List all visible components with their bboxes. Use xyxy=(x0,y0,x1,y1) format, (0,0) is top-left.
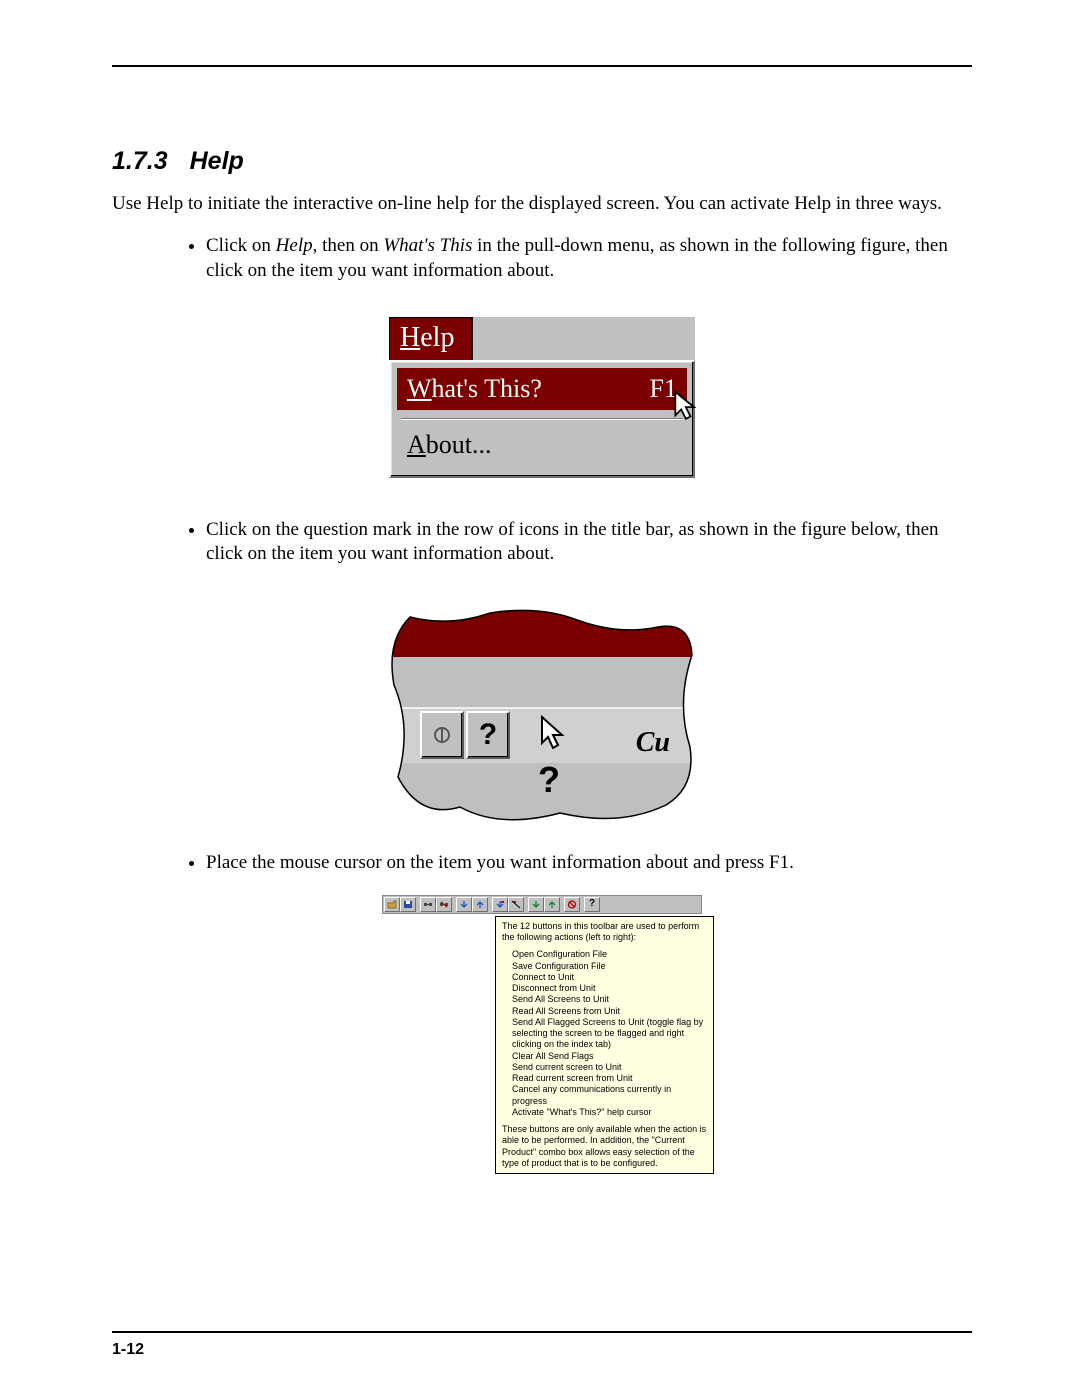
tb-connect-icon[interactable] xyxy=(420,897,436,912)
intro-paragraph: Use Help to initiate the interactive on-… xyxy=(112,192,972,216)
page-number: 1-12 xyxy=(112,1341,144,1359)
tb-readall-icon[interactable] xyxy=(472,897,488,912)
tb-readcur-icon[interactable] xyxy=(544,897,560,912)
figure-help-menu: Help What's This? F1 About... xyxy=(112,317,972,478)
tb-save-icon[interactable] xyxy=(400,897,416,912)
menu-separator xyxy=(401,418,683,420)
toolbar-button-generic[interactable] xyxy=(420,711,464,759)
tb-clearflag-icon[interactable] xyxy=(508,897,524,912)
bullet-3: Place the mouse cursor on the item you w… xyxy=(206,851,972,875)
tb-help-icon[interactable]: ? xyxy=(584,897,600,912)
menu-title-help[interactable]: Help xyxy=(389,317,473,360)
figure-titlebar-question: ? ? Cu xyxy=(112,607,972,827)
tb-sendcur-icon[interactable] xyxy=(528,897,544,912)
question-mark-icon: ? xyxy=(479,718,497,752)
bullet-2: Click on the question mark in the row of… xyxy=(206,518,972,567)
menu-item-whats-this[interactable]: What's This? F1 xyxy=(397,368,687,410)
whats-this-cursor-icon: ? xyxy=(538,715,598,801)
menu-item-about[interactable]: About... xyxy=(397,424,687,466)
label-cu: Cu xyxy=(636,727,670,759)
toolbar-button-help[interactable]: ? xyxy=(466,711,510,759)
toolbar: ? xyxy=(382,895,702,914)
bullet-1: Click on Help, then on What's This in th… xyxy=(206,234,972,283)
cursor-arrow-icon xyxy=(673,389,701,423)
figure-toolbar-tooltip: ? The 12 buttons in this toolbar are use… xyxy=(112,895,972,1174)
tb-cancel-icon[interactable] xyxy=(564,897,580,912)
tooltip-box: The 12 buttons in this toolbar are used … xyxy=(495,916,714,1174)
section-heading: 1.7.3Help xyxy=(112,147,972,176)
tb-sendflag-icon[interactable] xyxy=(492,897,508,912)
tb-open-icon[interactable] xyxy=(384,897,400,912)
tb-sendall-icon[interactable] xyxy=(456,897,472,912)
toolbar-icon xyxy=(432,725,452,745)
tb-disconnect-icon[interactable] xyxy=(436,897,452,912)
